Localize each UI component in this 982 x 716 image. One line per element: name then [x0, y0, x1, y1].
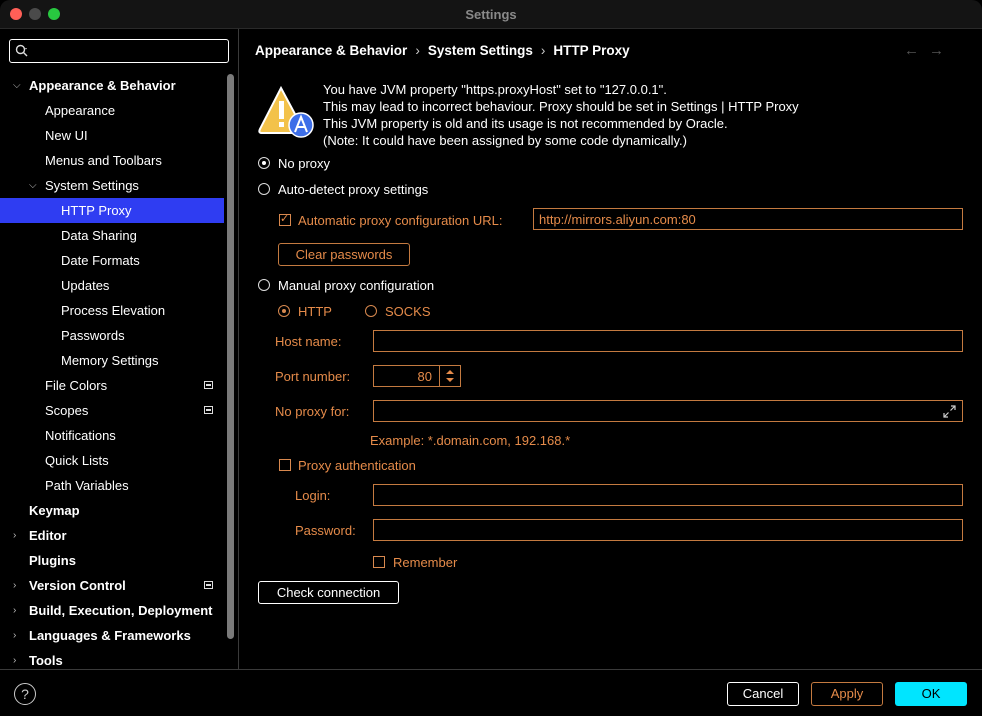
sidebar-item-appearance[interactable]: Appearance — [0, 98, 224, 123]
sidebar-item-system-settings[interactable]: ⌵ System Settings — [0, 173, 224, 198]
socks-radio[interactable] — [365, 305, 377, 317]
check-connection-button[interactable]: Check connection — [258, 581, 399, 604]
project-level-icon — [204, 381, 213, 389]
chevron-right-icon: › — [13, 580, 17, 591]
sidebar-item-date-formats[interactable]: Date Formats — [0, 248, 224, 273]
proxy-authentication-checkbox[interactable] — [279, 459, 291, 471]
chevron-down-icon: ⌵ — [13, 80, 21, 91]
remember-checkbox[interactable] — [373, 556, 385, 568]
sidebar-item-keymap[interactable]: Keymap — [0, 498, 224, 523]
auto-detect-radio[interactable] — [258, 183, 270, 195]
ok-button[interactable]: OK — [895, 682, 967, 706]
sidebar-item-version-control[interactable]: › Version Control — [0, 573, 224, 598]
sidebar-item-data-sharing[interactable]: Data Sharing — [0, 223, 224, 248]
sidebar-item-languages-frameworks[interactable]: › Languages & Frameworks — [0, 623, 224, 648]
chevron-right-icon: › — [13, 530, 17, 541]
settings-tree: ⌵ Appearance & Behavior Appearance New U… — [0, 73, 224, 673]
http-proxy-panel: Appearance & Behavior › System Settings › HT… — [239, 29, 982, 669]
settings-window: Settings ⌵ Appearance & Behavior Appeara… — [0, 0, 982, 716]
host-name-input[interactable] — [373, 330, 963, 352]
auto-config-url-checkbox[interactable] — [279, 212, 291, 226]
sidebar-item-passwords[interactable]: Passwords — [0, 323, 224, 348]
forward-arrow-icon[interactable]: → — [929, 42, 954, 59]
no-proxy-example: Example: *.domain.com, 192.168.* — [370, 433, 571, 448]
socks-label[interactable]: SOCKS — [385, 304, 431, 319]
sidebar-item-build-execution-deployment[interactable]: › Build, Execution, Deployment — [0, 598, 224, 623]
help-icon[interactable]: ? — [14, 683, 36, 705]
no-proxy-for-input[interactable] — [373, 400, 963, 422]
settings-sidebar: ⌵ Appearance & Behavior Appearance New U… — [0, 29, 239, 669]
password-label: Password: — [295, 523, 356, 538]
password-input[interactable] — [373, 519, 963, 541]
expand-icon[interactable] — [943, 405, 956, 418]
sidebar-item-scopes[interactable]: Scopes — [0, 398, 224, 423]
sidebar-item-editor[interactable]: › Editor — [0, 523, 224, 548]
breadcrumb-item: HTTP Proxy — [553, 43, 630, 58]
sidebar-item-http-proxy[interactable]: HTTP Proxy — [0, 198, 224, 223]
project-level-icon — [204, 406, 213, 414]
cancel-button[interactable]: Cancel — [727, 682, 799, 706]
no-proxy-for-label: No proxy for: — [275, 404, 350, 419]
login-label: Login: — [295, 488, 331, 503]
dialog-footer: ? Cancel Apply OK — [0, 669, 982, 716]
chevron-right-icon: › — [415, 43, 420, 58]
project-level-icon — [204, 581, 213, 589]
title-bar: Settings — [0, 0, 982, 29]
chevron-right-icon: › — [13, 630, 17, 641]
jvm-property-warning: You have JVM property "https.proxyHost" … — [323, 82, 799, 148]
chevron-right-icon: › — [13, 605, 17, 616]
sidebar-item-path-variables[interactable]: Path Variables — [0, 473, 224, 498]
breadcrumb-item[interactable]: Appearance & Behavior — [255, 43, 407, 58]
search-input[interactable] — [9, 39, 229, 63]
back-arrow-icon[interactable]: ← — [904, 42, 929, 59]
http-radio[interactable] — [278, 305, 290, 317]
sidebar-scrollbar[interactable] — [227, 74, 234, 639]
spinner-arrows-icon[interactable] — [439, 366, 460, 386]
history-navigation: ←→ — [904, 42, 954, 59]
sidebar-item-plugins[interactable]: Plugins — [0, 548, 224, 573]
breadcrumb-item[interactable]: System Settings — [428, 43, 533, 58]
port-number-stepper[interactable]: 80 — [373, 365, 461, 387]
chevron-right-icon: › — [540, 43, 546, 58]
auto-config-url-field[interactable]: http://mirrors.aliyun.com:80 — [533, 208, 963, 230]
warning-icon — [258, 85, 314, 138]
search-icon — [15, 44, 28, 57]
login-input[interactable] — [373, 484, 963, 506]
manual-proxy-label[interactable]: Manual proxy configuration — [278, 278, 434, 293]
manual-proxy-radio[interactable] — [258, 279, 270, 291]
breadcrumb: Appearance & Behavior › System Settings › HT… — [255, 43, 630, 58]
sidebar-item-appearance-behavior[interactable]: ⌵ Appearance & Behavior — [0, 73, 224, 98]
sidebar-item-quick-lists[interactable]: Quick Lists — [0, 448, 224, 473]
sidebar-item-new-ui[interactable]: New UI — [0, 123, 224, 148]
sidebar-item-menus-toolbars[interactable]: Menus and Toolbars — [0, 148, 224, 173]
port-number-label: Port number: — [275, 369, 351, 384]
sidebar-item-notifications[interactable]: Notifications — [0, 423, 224, 448]
no-proxy-label[interactable]: No proxy — [278, 156, 330, 171]
apply-button[interactable]: Apply — [811, 682, 883, 706]
proxy-authentication-label[interactable]: Proxy authentication — [298, 458, 416, 473]
no-proxy-radio[interactable] — [258, 157, 270, 169]
sidebar-item-updates[interactable]: Updates — [0, 273, 224, 298]
chevron-down-icon: ⌵ — [29, 180, 37, 191]
host-name-label: Host name: — [275, 334, 342, 349]
sidebar-item-memory-settings[interactable]: Memory Settings — [0, 348, 224, 373]
window-title: Settings — [465, 7, 517, 22]
clear-passwords-button[interactable]: Clear passwords — [278, 243, 410, 266]
remember-label[interactable]: Remember — [393, 555, 457, 570]
sidebar-item-file-colors[interactable]: File Colors — [0, 373, 224, 398]
auto-config-url-label: Automatic proxy configuration URL: — [298, 213, 503, 228]
sidebar-item-process-elevation[interactable]: Process Elevation — [0, 298, 224, 323]
auto-detect-label[interactable]: Auto-detect proxy settings — [278, 182, 428, 197]
http-label[interactable]: HTTP — [298, 304, 332, 319]
